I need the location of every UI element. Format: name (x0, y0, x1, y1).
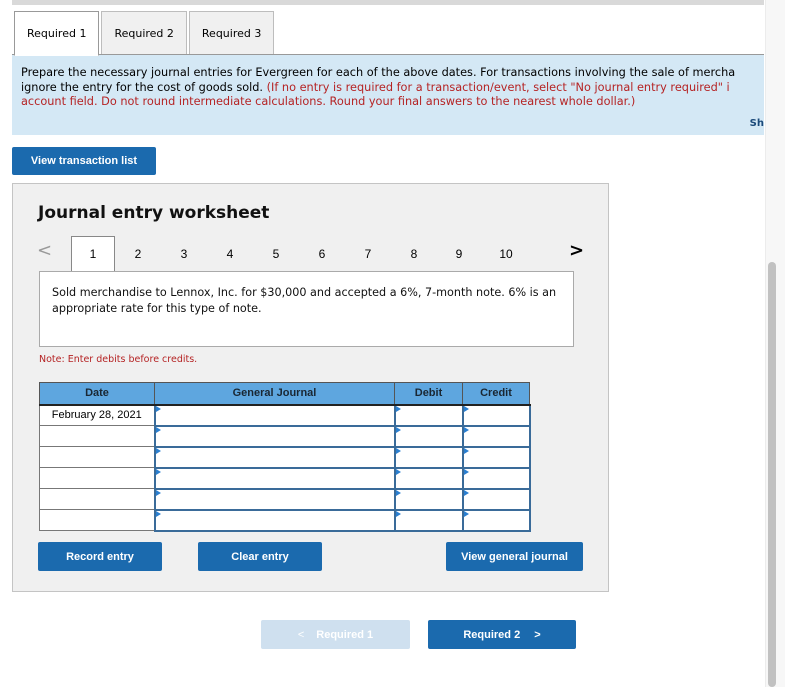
tab-required-2[interactable]: Required 2 (101, 11, 187, 55)
pager-page-3[interactable]: 3 (162, 236, 206, 271)
date-cell (39, 467, 155, 489)
pager-next-icon[interactable]: > (569, 240, 584, 261)
header-credit: Credit (462, 382, 530, 406)
credit-input[interactable] (461, 508, 531, 532)
date-cell (39, 509, 155, 531)
table-row (39, 424, 531, 448)
debit-input[interactable] (393, 424, 464, 448)
scrollbar-thumb[interactable] (768, 262, 776, 687)
date-cell (39, 446, 155, 468)
instructions-text: ignore the entry for the cost of goods s… (21, 80, 267, 94)
prev-required-button: < Required 1 (261, 620, 410, 649)
instructions-red-text: (If no entry is required for a transacti… (266, 80, 730, 94)
tab-required-1[interactable]: Required 1 (14, 11, 100, 56)
pager-page-9[interactable]: 9 (437, 236, 481, 271)
pager-page-6[interactable]: 6 (300, 236, 344, 271)
date-cell (39, 488, 155, 510)
pager-page-7[interactable]: 7 (346, 236, 390, 271)
next-required-button[interactable]: Required 2 > (428, 620, 576, 649)
prev-required-label: Required 1 (316, 628, 374, 641)
record-entry-button[interactable]: Record entry (38, 542, 162, 571)
table-row (39, 445, 531, 469)
account-input[interactable] (153, 445, 396, 469)
account-input[interactable] (153, 403, 396, 427)
worksheet-title: Journal entry worksheet (38, 203, 270, 223)
credit-input[interactable] (461, 424, 531, 448)
account-input[interactable] (153, 424, 396, 448)
debit-input[interactable] (393, 487, 464, 511)
debit-input[interactable] (393, 508, 464, 532)
pager-page-5[interactable]: 5 (254, 236, 298, 271)
credit-input[interactable] (461, 487, 531, 511)
top-bar (12, 0, 764, 5)
pager-prev-icon[interactable]: < (37, 240, 52, 261)
transaction-description: Sold merchandise to Lennox, Inc. for $30… (39, 271, 574, 347)
table-row: February 28, 2021 (39, 403, 531, 427)
chevron-left-icon: < (297, 628, 305, 641)
debits-note: Note: Enter debits before credits. (39, 354, 198, 365)
table-row (39, 508, 531, 532)
credit-input[interactable] (461, 445, 531, 469)
view-transaction-list-button[interactable]: View transaction list (12, 147, 156, 175)
debit-input[interactable] (393, 466, 464, 490)
instructions-line-2: ignore the entry for the cost of goods s… (21, 81, 755, 96)
header-date: Date (39, 382, 155, 406)
instructions-panel: Prepare the necessary journal entries fo… (12, 55, 764, 135)
instructions-line-1: Prepare the necessary journal entries fo… (21, 66, 736, 79)
show-link[interactable]: Sh (750, 117, 764, 132)
journal-table: Date General Journal Debit Credit Februa… (39, 382, 531, 532)
credit-input[interactable] (461, 403, 531, 427)
header-general-journal: General Journal (154, 382, 395, 406)
debit-input[interactable] (393, 445, 464, 469)
instructions-line-3: account field. Do not round intermediate… (21, 95, 636, 108)
account-input[interactable] (153, 508, 396, 532)
table-row (39, 487, 531, 511)
next-required-label: Required 2 (463, 628, 521, 641)
pager-page-8[interactable]: 8 (392, 236, 436, 271)
journal-entry-worksheet: Journal entry worksheet < 1 2 3 4 5 6 7 … (12, 183, 609, 592)
debit-input[interactable] (393, 403, 464, 427)
pager-page-2[interactable]: 2 (116, 236, 160, 271)
header-debit: Debit (394, 382, 463, 406)
pager-page-10[interactable]: 10 (484, 236, 528, 271)
table-row (39, 466, 531, 490)
pager-page-4[interactable]: 4 (208, 236, 252, 271)
clear-entry-button[interactable]: Clear entry (198, 542, 322, 571)
tab-required-3[interactable]: Required 3 (188, 11, 275, 55)
required-tabs: Required 1 Required 2 Required 3 (14, 11, 276, 56)
journal-header-row: Date General Journal Debit Credit (39, 382, 530, 406)
transaction-pager: < 1 2 3 4 5 6 7 8 9 10 > (13, 236, 610, 271)
credit-input[interactable] (461, 466, 531, 490)
view-general-journal-button[interactable]: View general journal (446, 542, 583, 571)
account-input[interactable] (153, 487, 396, 511)
date-cell: February 28, 2021 (39, 404, 155, 426)
date-cell (39, 425, 155, 447)
account-input[interactable] (153, 466, 396, 490)
pager-page-1[interactable]: 1 (71, 236, 115, 271)
chevron-right-icon: > (534, 628, 541, 641)
